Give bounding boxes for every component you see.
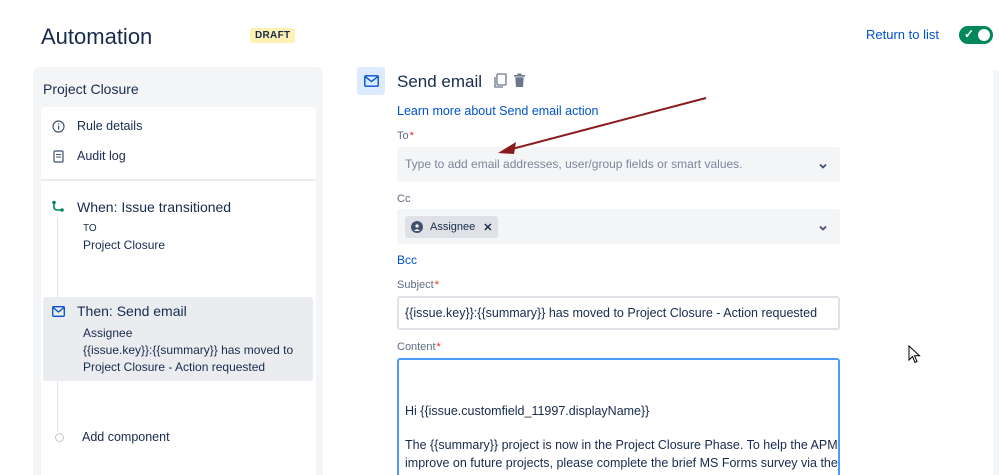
mail-icon: [51, 304, 65, 318]
add-component-label: Add component: [82, 430, 170, 444]
divider: [41, 179, 316, 181]
rule-name: Project Closure: [43, 81, 139, 97]
branch-icon: [51, 200, 65, 214]
cc-field[interactable]: Assignee ✕: [397, 209, 840, 244]
chevron-down-icon[interactable]: [818, 158, 828, 176]
content-line: improve on future projects, please compl…: [405, 456, 838, 470]
sidebar-item-label: Rule details: [77, 119, 143, 133]
remove-tag-icon[interactable]: ✕: [483, 221, 492, 234]
subject-value: {{issue.key}}:{{summary}} has moved to P…: [405, 306, 818, 320]
content-line: Hi {{issue.customfield_11997.displayName…: [405, 404, 650, 418]
chevron-down-icon[interactable]: [818, 220, 828, 238]
sidebar-item-audit-log[interactable]: Audit log: [51, 149, 126, 163]
sidebar-item-rule-details[interactable]: Rule details: [51, 119, 142, 133]
annotation-arrow-icon: [498, 97, 707, 154]
cc-label: Cc: [397, 193, 411, 205]
trigger-title: When: Issue transitioned: [77, 199, 232, 215]
content-label: Content*: [397, 341, 441, 353]
rule-enabled-toggle[interactable]: ✓: [959, 26, 993, 44]
trigger-status: Project Closure: [83, 238, 166, 252]
cc-tag-assignee: Assignee ✕: [405, 216, 499, 238]
add-component-dot-icon: [55, 432, 64, 442]
toggle-knob: [978, 29, 990, 41]
rule-components-card: Rule details Audit log When: Issue trans…: [41, 107, 316, 475]
add-component-button[interactable]: Add component: [55, 430, 170, 444]
subject-label: Subject*: [397, 279, 439, 291]
component-title: Send email: [397, 72, 483, 91]
to-label: To*: [397, 130, 414, 142]
checkmark-icon: ✓: [964, 27, 975, 41]
trigger-to-label: TO: [83, 223, 97, 234]
content-editor[interactable]: Hi {{issue.customfield_11997.displayName…: [397, 358, 840, 475]
action-summary-line-2: Project Closure - Action requested: [83, 360, 266, 374]
info-icon: [51, 119, 65, 133]
action-summary-line-1: {{issue.key}}:{{summary}} has moved to: [83, 343, 294, 357]
action-component[interactable]: Then: Send email Assignee {{issue.key}}:…: [43, 297, 313, 381]
user-avatar-icon: [411, 221, 423, 233]
action-title: Then: Send email: [77, 303, 187, 319]
action-recipient: Assignee: [83, 326, 133, 340]
draft-badge: DRAFT: [250, 28, 296, 43]
subject-input[interactable]: {{issue.key}}:{{summary}} has moved to P…: [397, 296, 840, 330]
page-title: Automation: [41, 24, 153, 49]
bcc-link[interactable]: Bcc: [397, 253, 417, 267]
cc-tag-label: Assignee: [430, 221, 476, 233]
trigger-component[interactable]: When: Issue transitioned TO Project Clos…: [51, 199, 311, 253]
document-icon: [51, 149, 65, 163]
return-to-list-link[interactable]: Return to list: [866, 27, 939, 42]
send-email-mail-icon: [357, 67, 385, 95]
sidebar-item-label: Audit log: [77, 149, 126, 163]
mouse-cursor-icon: [908, 345, 921, 364]
trash-icon[interactable]: [513, 73, 526, 93]
copy-icon[interactable]: [493, 73, 507, 94]
content-line: The {{summary}} project is now in the Pr…: [405, 438, 838, 452]
page-scrollbar[interactable]: [993, 70, 999, 475]
rule-sidebar: Project Closure Rule details Audit log W…: [33, 67, 323, 475]
